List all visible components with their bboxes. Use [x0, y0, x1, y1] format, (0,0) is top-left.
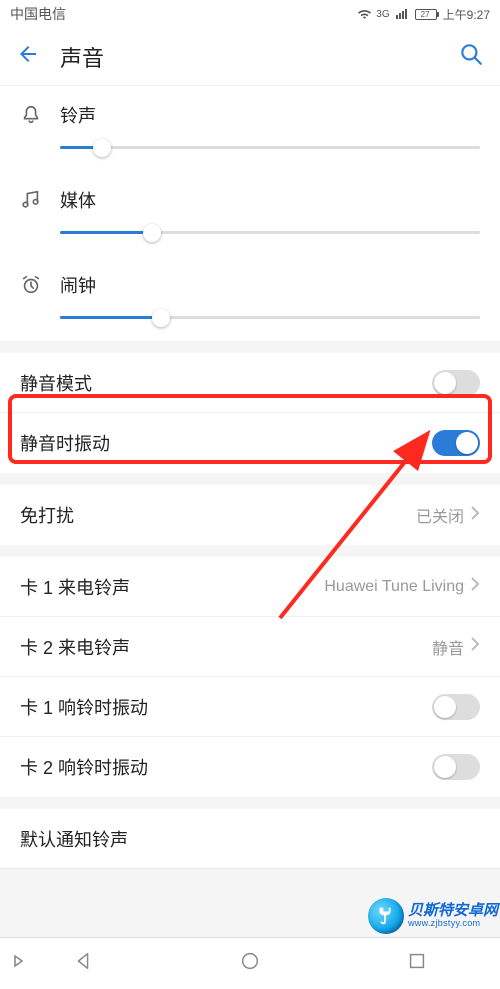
carrier-label: 中国电信	[10, 4, 66, 24]
sim2-ringtone-label: 卡 2 来电铃声	[20, 634, 432, 660]
dnd-label: 免打扰	[20, 502, 416, 528]
alarm-slider[interactable]	[60, 316, 480, 319]
watermark-url: www.zjbstyy.com	[408, 919, 498, 928]
sim1-ringtone-label: 卡 1 来电铃声	[20, 574, 324, 600]
silent-mode-row[interactable]: 静音模式	[0, 353, 500, 413]
silent-mode-label: 静音模式	[20, 370, 432, 396]
chevron-right-icon	[470, 505, 480, 526]
page-title: 声音	[60, 41, 458, 73]
media-volume-row: 媒体	[0, 171, 500, 256]
media-label: 媒体	[60, 187, 480, 213]
dnd-value: 已关闭	[416, 503, 464, 527]
ringtone-volume-row: 铃声	[0, 86, 500, 171]
default-notification-row[interactable]: 默认通知铃声	[0, 809, 500, 869]
status-indicators: 3G 27 上午9:27	[357, 6, 490, 23]
sim1-ringtone-row[interactable]: 卡 1 来电铃声 Huawei Tune Living	[0, 557, 500, 617]
media-slider[interactable]	[60, 231, 480, 234]
sim1-vibrate-row[interactable]: 卡 1 响铃时振动	[0, 677, 500, 737]
nav-recent-button[interactable]	[406, 950, 428, 977]
search-button[interactable]	[458, 41, 484, 72]
page-header: 声音	[0, 28, 500, 86]
silent-mode-toggle[interactable]	[432, 370, 480, 396]
music-note-icon	[20, 189, 42, 216]
vibrate-on-silent-row[interactable]: 静音时振动	[0, 413, 500, 473]
chevron-right-icon	[470, 576, 480, 597]
network-type: 3G	[376, 9, 389, 20]
sim2-vibrate-label: 卡 2 响铃时振动	[20, 754, 432, 780]
ringtone-slider[interactable]	[60, 146, 480, 149]
back-button[interactable]	[16, 42, 40, 71]
watermark: 贝斯特安卓网 www.zjbstyy.com	[368, 898, 498, 934]
android-nav-bar	[0, 937, 500, 989]
dnd-section: 免打扰 已关闭	[0, 485, 500, 545]
dnd-row[interactable]: 免打扰 已关闭	[0, 485, 500, 545]
ringtone-label: 铃声	[60, 102, 480, 128]
chevron-right-icon	[470, 636, 480, 657]
vibrate-on-silent-toggle[interactable]	[432, 430, 480, 456]
status-bar: 中国电信 3G 27 上午9:27	[0, 0, 500, 28]
sim2-ringtone-row[interactable]: 卡 2 来电铃声 静音	[0, 617, 500, 677]
volume-sliders-section: 铃声 媒体 闹钟	[0, 86, 500, 341]
default-notification-label: 默认通知铃声	[20, 826, 480, 852]
alarm-label: 闹钟	[60, 272, 480, 298]
vibrate-label: 静音时振动	[20, 430, 432, 456]
sim1-ringtone-value: Huawei Tune Living	[324, 578, 464, 596]
sim1-vibrate-toggle[interactable]	[432, 694, 480, 720]
bell-icon	[20, 104, 42, 131]
nav-caret-icon[interactable]	[12, 954, 24, 973]
sim1-vibrate-label: 卡 1 响铃时振动	[20, 694, 432, 720]
sim2-ringtone-value: 静音	[432, 635, 464, 659]
watermark-title: 贝斯特安卓网	[408, 903, 498, 919]
alarm-volume-row: 闹钟	[0, 256, 500, 341]
alarm-clock-icon	[20, 274, 42, 301]
silent-section: 静音模式 静音时振动	[0, 353, 500, 473]
nav-back-button[interactable]	[72, 950, 94, 977]
time-label: 上午9:27	[443, 6, 490, 23]
sim2-vibrate-row[interactable]: 卡 2 响铃时振动	[0, 737, 500, 797]
signal-icon	[396, 9, 407, 19]
ringtone-section: 卡 1 来电铃声 Huawei Tune Living 卡 2 来电铃声 静音 …	[0, 557, 500, 797]
notification-section: 默认通知铃声	[0, 809, 500, 869]
watermark-logo-icon	[368, 898, 404, 934]
battery-icon: 27	[415, 9, 437, 20]
wifi-icon	[357, 8, 372, 20]
nav-home-button[interactable]	[239, 950, 261, 977]
sim2-vibrate-toggle[interactable]	[432, 754, 480, 780]
